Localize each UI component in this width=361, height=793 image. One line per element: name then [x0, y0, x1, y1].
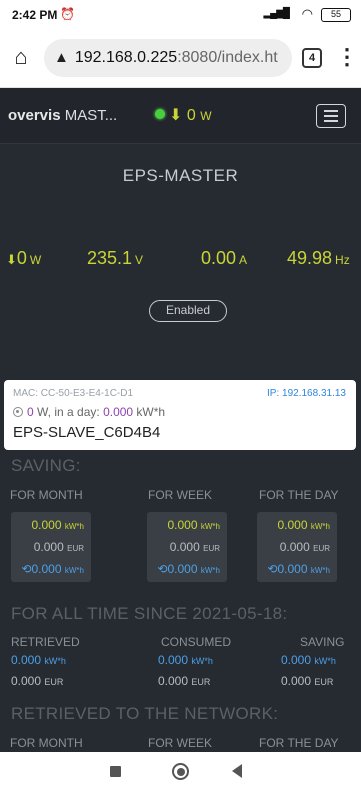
saving-day-cost: 0.000: [279, 540, 310, 554]
slave-power-text: W, in a day:: [33, 405, 104, 419]
network-month-header: FOR MONTH: [10, 736, 83, 750]
voltage-value: 235.1: [87, 248, 133, 268]
saving-week-energy: 0.000: [167, 518, 198, 532]
web-app: overvis MAST... ⬇ 0 W EPS-MASTER ⬇0 W 235…: [0, 88, 361, 752]
return-arrow-icon: ⟲: [21, 562, 32, 576]
all-time-retrieved-cost: 0.000 EUR: [11, 674, 64, 688]
back-button[interactable]: [232, 764, 242, 778]
slave-mac: MAC: CC-50-E3-E4-1C-D1: [13, 388, 134, 399]
slave-power-value: 0: [27, 405, 34, 419]
alarm-clock-icon: ⏰: [60, 7, 75, 21]
clock: 2:42 PM: [12, 8, 58, 22]
saving-day-returned: 0.000: [277, 562, 308, 576]
tab-switcher-button[interactable]: 4: [302, 48, 322, 68]
all-time-consumed-header: CONSUMED: [161, 635, 232, 649]
saving-month-energy: 0.000: [31, 518, 62, 532]
all-time-retrieved-energy: 0.000 kW*h: [11, 653, 66, 667]
saving-day-box: 0.000 kW*h 0.000 EUR ⟲0.000 kW*h: [257, 512, 337, 582]
saving-week-box: 0.000 kW*h 0.000 EUR ⟲0.000 kW*h: [147, 512, 227, 582]
device-title: EPS-MASTER: [122, 166, 239, 185]
browser-toolbar: ⌂ ▲ 192.168.0.225:8080/index.ht 4 ⋮: [0, 30, 361, 88]
header-power-status: ⬇ 0 W: [155, 105, 212, 125]
saving-day-energy: 0.000: [277, 518, 308, 532]
current-unit: A: [239, 253, 248, 267]
metric-current: 0.00 A: [201, 248, 247, 269]
slave-status-icon: [13, 407, 23, 417]
saving-week-cost: 0.000: [169, 540, 200, 554]
power-arrow-icon: ⬇: [169, 107, 183, 124]
all-time-saving-cost: 0.000 EUR: [281, 674, 334, 688]
saving-day-header: FOR THE DAY: [259, 488, 339, 502]
return-arrow-icon: ⟲: [267, 562, 278, 576]
saving-week-header: FOR WEEK: [148, 488, 213, 502]
enabled-badge[interactable]: Enabled: [149, 300, 227, 322]
saving-month-returned: 0.000: [31, 562, 62, 576]
saving-month-box: 0.000 kW*h 0.000 EUR ⟲0.000 kW*h: [11, 512, 91, 582]
brand-device: MAST...: [60, 107, 118, 124]
voltage-unit: V: [135, 253, 144, 267]
warning-icon[interactable]: ▲: [54, 49, 69, 66]
home-icon[interactable]: ⌂: [8, 44, 34, 70]
all-time-consumed-energy: 0.000 kW*h: [158, 653, 213, 667]
recent-apps-button[interactable]: [110, 766, 121, 777]
status-bar: 2:42 PM ⏰ ▂▄▆█ ◠ 55: [0, 0, 361, 30]
all-time-saving-energy: 0.000 kW*h: [281, 653, 336, 667]
saving-week-returned: 0.000: [167, 562, 198, 576]
brand-logo: overvis: [8, 107, 61, 124]
power-value: 0: [16, 248, 27, 268]
metrics-row: ⬇0 W 235.1 V 0.00 A 49.98 Hz: [0, 248, 361, 272]
saving-month-header: FOR MONTH: [10, 488, 83, 502]
app-header: overvis MAST... ⬇ 0 W: [0, 88, 361, 144]
slave-ip: IP: 192.168.31.13: [267, 388, 346, 399]
url-host: 192.168.0.225: [74, 49, 178, 66]
more-options-icon[interactable]: ⋮: [336, 44, 358, 72]
frequency-unit: Hz: [335, 253, 350, 267]
return-arrow-icon: ⟲: [157, 562, 168, 576]
url-path: :8080/index.ht: [177, 49, 278, 66]
battery-icon: 55: [321, 8, 351, 22]
power-arrow-icon: ⬇: [6, 252, 17, 267]
all-time-title: FOR ALL TIME SINCE 2021-05-18:: [11, 604, 288, 623]
metric-power: ⬇0 W: [6, 248, 41, 269]
metric-frequency: 49.98 Hz: [287, 248, 350, 269]
wifi-icon: ◠: [301, 6, 313, 21]
all-time-saving-header: SAVING: [300, 635, 345, 649]
current-value: 0.00: [201, 248, 237, 268]
slave-day-energy: 0.000: [103, 405, 134, 419]
address-bar[interactable]: ▲ 192.168.0.225:8080/index.ht: [44, 39, 292, 77]
all-time-consumed-cost: 0.000 EUR: [158, 674, 211, 688]
system-navigation-bar: [0, 752, 361, 793]
all-time-retrieved-header: RETRIEVED: [11, 635, 80, 649]
header-power-value: 0: [186, 107, 196, 124]
menu-icon[interactable]: [316, 104, 346, 128]
saving-title: SAVING:: [11, 456, 81, 475]
slave-name: EPS-SLAVE_C6D4B4: [13, 424, 161, 441]
network-title: RETRIEVED TO THE NETWORK:: [11, 704, 279, 723]
network-week-header: FOR WEEK: [148, 736, 213, 750]
frequency-value: 49.98: [287, 248, 333, 268]
saving-month-cost: 0.000: [33, 540, 64, 554]
header-power-unit: W: [200, 109, 212, 123]
online-indicator-icon: [155, 109, 165, 119]
network-day-header: FOR THE DAY: [259, 736, 339, 750]
power-unit: W: [29, 253, 42, 267]
brand-title[interactable]: overvis MAST...: [8, 107, 117, 124]
slave-power-line: 0 W, in a day: 0.000 kW*h: [13, 405, 165, 419]
slave-device-card[interactable]: MAC: CC-50-E3-E4-1C-D1 IP: 192.168.31.13…: [4, 380, 356, 450]
metric-voltage: 235.1 V: [87, 248, 143, 269]
slave-day-energy-unit: kW*h: [133, 405, 166, 419]
cellular-signal-icon: ▂▄▆█: [263, 8, 290, 19]
home-button[interactable]: [172, 763, 189, 780]
